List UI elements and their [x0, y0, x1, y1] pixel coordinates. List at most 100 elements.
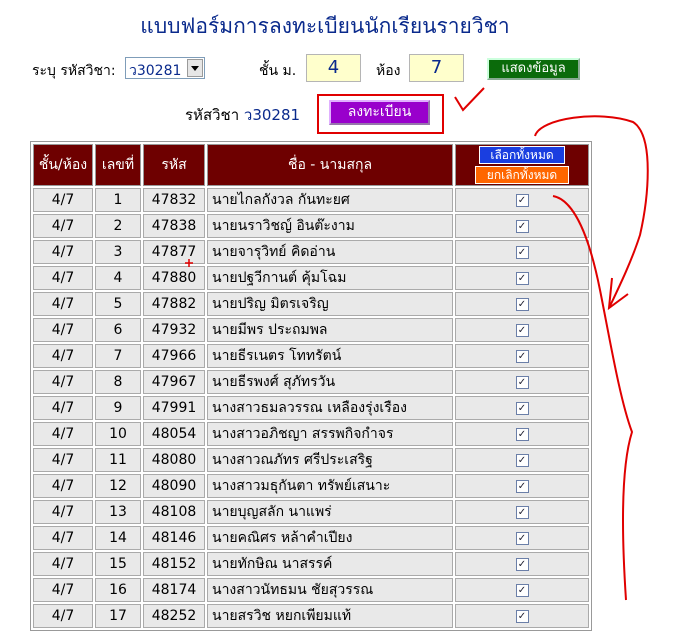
student-name-cell: นายไกลกังวล กันทะยศ — [207, 188, 453, 212]
student-id-cell: 47966 — [143, 344, 205, 368]
student-checkbox[interactable]: ✓ — [515, 323, 529, 337]
show-data-button[interactable]: แสดงข้อมูล — [487, 58, 580, 80]
table-row: 4/7 5 47882 นายปริญ มิตรเจริญ ✓ — [33, 292, 589, 316]
class-cell: 4/7 — [33, 318, 93, 342]
student-checkbox[interactable]: ✓ — [515, 479, 529, 493]
number-cell: 2 — [95, 214, 141, 238]
number-cell: 13 — [95, 500, 141, 524]
student-name-cell: นายธีรเนตร โททรัตน์ — [207, 344, 453, 368]
select-cell: ✓ — [455, 292, 589, 316]
student-id-cell: 48054 — [143, 422, 205, 446]
student-name-cell: นายมีพร ประถมพล — [207, 318, 453, 342]
header-name: ชื่อ - นามสกุล — [207, 144, 453, 186]
select-cell: ✓ — [455, 344, 589, 368]
student-checkbox[interactable]: ✓ — [515, 531, 529, 545]
student-id-cell: 48152 — [143, 552, 205, 576]
student-name-cell: นายนราวิชญ์ อินต๊ะงาม — [207, 214, 453, 238]
class-cell: 4/7 — [33, 474, 93, 498]
number-cell: 11 — [95, 448, 141, 472]
student-id-cell: 48080 — [143, 448, 205, 472]
student-id-cell: 47877 — [143, 240, 205, 264]
select-cell: ✓ — [455, 318, 589, 342]
student-name-cell: นายธีรพงศ์ สุภัทรวัน — [207, 370, 453, 394]
student-checkbox[interactable]: ✓ — [515, 219, 529, 233]
student-checkbox[interactable]: ✓ — [515, 557, 529, 571]
table-row: 4/7 17 48252 นายสรวิช หยกเพียมแท้ ✓ — [33, 604, 589, 628]
table-row: 4/7 3 47877 นายจารุวิทย์ คิดอ่าน ✓ — [33, 240, 589, 264]
register-subject-code: ว30281 — [243, 106, 301, 124]
register-subject-label: รหัสวิชา ว30281 — [185, 103, 300, 127]
student-name-cell: นายคณิศร หล้าคำเปียง — [207, 526, 453, 550]
student-checkbox[interactable]: ✓ — [515, 271, 529, 285]
class-cell: 4/7 — [33, 526, 93, 550]
select-cell: ✓ — [455, 396, 589, 420]
subject-select[interactable]: ว30281 — [125, 57, 205, 79]
number-cell: 17 — [95, 604, 141, 628]
class-cell: 4/7 — [33, 292, 93, 316]
unselect-all-button[interactable]: ยกเลิกทั้งหมด — [475, 166, 569, 184]
page-title: แบบฟอร์มการลงทะเบียนนักเรียนรายวิชา — [140, 14, 510, 38]
student-name-cell: นางสาวธมลวรรณ เหลืองรุ่งเรือง — [207, 396, 453, 420]
student-id-cell: 48174 — [143, 578, 205, 602]
select-cell: ✓ — [455, 552, 589, 576]
student-id-cell: 47932 — [143, 318, 205, 342]
student-id-cell: 48090 — [143, 474, 205, 498]
student-checkbox[interactable]: ✓ — [515, 193, 529, 207]
number-cell: 10 — [95, 422, 141, 446]
table-row: 4/7 11 48080 นางสาวณภัทร ศรีประเสริฐ ✓ — [33, 448, 589, 472]
class-cell: 4/7 — [33, 240, 93, 264]
number-cell: 15 — [95, 552, 141, 576]
student-checkbox[interactable]: ✓ — [515, 349, 529, 363]
student-name-cell: นางสาวณภัทร ศรีประเสริฐ — [207, 448, 453, 472]
student-id-cell: 48252 — [143, 604, 205, 628]
student-id-cell: 47832 — [143, 188, 205, 212]
student-checkbox[interactable]: ✓ — [515, 583, 529, 597]
room-label: ห้อง — [376, 63, 401, 79]
student-id-cell: 47967 — [143, 370, 205, 394]
student-id-cell: 48108 — [143, 500, 205, 524]
student-checkbox[interactable]: ✓ — [515, 609, 529, 623]
table-row: 4/7 15 48152 นายทักษิณ นาสรรค์ ✓ — [33, 552, 589, 576]
chevron-down-icon[interactable] — [187, 59, 203, 77]
student-checkbox[interactable]: ✓ — [515, 505, 529, 519]
student-name-cell: นายปริญ มิตรเจริญ — [207, 292, 453, 316]
number-cell: 5 — [95, 292, 141, 316]
select-cell: ✓ — [455, 240, 589, 264]
student-checkbox[interactable]: ✓ — [515, 427, 529, 441]
number-cell: 4 — [95, 266, 141, 290]
select-all-button[interactable]: เลือกทั้งหมด — [479, 146, 565, 164]
select-cell: ✓ — [455, 266, 589, 290]
student-name-cell: นางสาวมธุกันตา ทรัพย์เสนาะ — [207, 474, 453, 498]
select-cell: ✓ — [455, 474, 589, 498]
number-cell: 12 — [95, 474, 141, 498]
table-row: 4/7 8 47967 นายธีรพงศ์ สุภัทรวัน ✓ — [33, 370, 589, 394]
select-cell: ✓ — [455, 188, 589, 212]
select-cell: ✓ — [455, 214, 589, 238]
class-cell: 4/7 — [33, 604, 93, 628]
student-checkbox[interactable]: ✓ — [515, 453, 529, 467]
student-checkbox[interactable]: ✓ — [515, 297, 529, 311]
header-select-actions: เลือกทั้งหมด ยกเลิกทั้งหมด — [455, 144, 589, 186]
header-student-id: รหัส — [143, 144, 205, 186]
student-checkbox[interactable]: ✓ — [515, 245, 529, 259]
student-id-cell: 47838 — [143, 214, 205, 238]
select-cell: ✓ — [455, 448, 589, 472]
number-cell: 16 — [95, 578, 141, 602]
select-cell: ✓ — [455, 604, 589, 628]
student-checkbox[interactable]: ✓ — [515, 375, 529, 389]
student-name-cell: นางสาวอภิชญา สรรพกิจกำจร — [207, 422, 453, 446]
select-cell: ✓ — [455, 526, 589, 550]
grade-input[interactable]: 4 — [306, 54, 361, 82]
student-id-cell: 47880 — [143, 266, 205, 290]
room-input[interactable]: 7 — [409, 54, 464, 82]
class-cell: 4/7 — [33, 214, 93, 238]
class-cell: 4/7 — [33, 422, 93, 446]
student-id-cell: 47991 — [143, 396, 205, 420]
table-row: 4/7 7 47966 นายธีรเนตร โททรัตน์ ✓ — [33, 344, 589, 368]
select-cell: ✓ — [455, 370, 589, 394]
student-name-cell: นายทักษิณ นาสรรค์ — [207, 552, 453, 576]
number-cell: 3 — [95, 240, 141, 264]
student-checkbox[interactable]: ✓ — [515, 401, 529, 415]
number-cell: 7 — [95, 344, 141, 368]
register-button[interactable]: ลงทะเบียน — [329, 100, 430, 125]
